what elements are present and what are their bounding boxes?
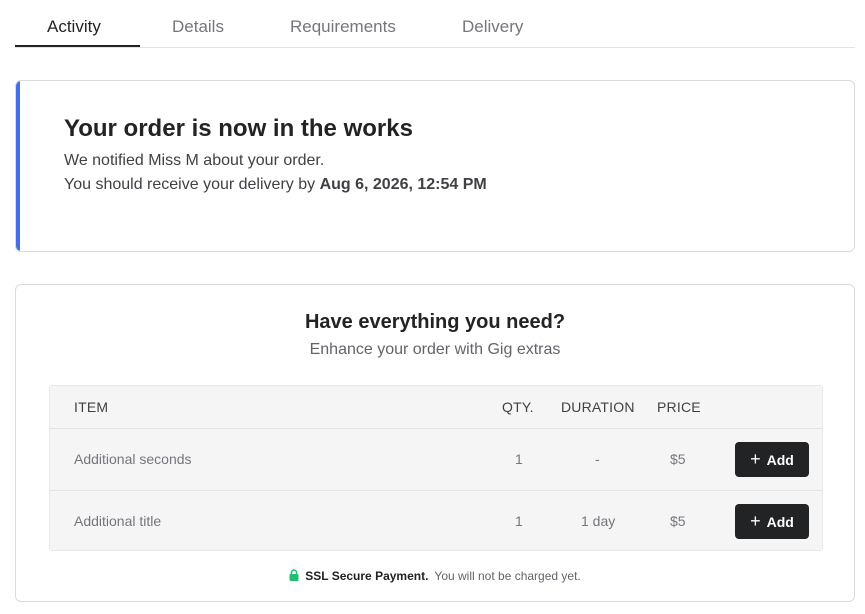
- column-header-price: PRICE: [657, 399, 701, 415]
- order-status-card: Your order is now in the works We notifi…: [15, 80, 855, 252]
- add-button-label: Add: [766, 513, 794, 530]
- tab-activity[interactable]: Activity: [47, 17, 101, 48]
- status-accent-bar: [16, 81, 20, 251]
- delivery-date: Aug 6, 2026, 12:54 PM: [319, 176, 487, 193]
- order-tabs: Activity Details Requirements Delivery: [15, 0, 855, 48]
- status-title: Your order is now in the works: [64, 115, 413, 142]
- extras-subtitle: Enhance your order with Gig extras: [309, 341, 561, 358]
- add-extra-button[interactable]: + Add: [735, 442, 809, 477]
- extra-item-qty: 1: [515, 451, 523, 467]
- add-extra-button[interactable]: + Add: [735, 504, 809, 539]
- gig-extras-card: Have everything you need? Enhance your o…: [15, 284, 855, 602]
- extras-title: Have everything you need?: [304, 311, 566, 333]
- ssl-notice: SSL Secure Payment. You will not be charg…: [16, 569, 854, 584]
- ssl-note: You will not be charged yet.: [434, 569, 581, 583]
- tab-delivery[interactable]: Delivery: [462, 17, 523, 48]
- ssl-label: SSL Secure Payment.: [305, 569, 429, 583]
- table-row: Additional title 1 1 day $5 + Add: [50, 490, 822, 552]
- column-header-duration: DURATION: [561, 399, 635, 415]
- extra-item-qty: 1: [515, 513, 523, 529]
- table-row: Additional seconds 1 - $5 + Add: [50, 428, 822, 490]
- status-delivery-text: You should receive your delivery by Aug …: [64, 176, 487, 194]
- extra-item-name: Additional seconds: [74, 451, 192, 467]
- lock-icon: [289, 569, 299, 584]
- status-notified-text: We notified Miss M about your order.: [64, 152, 325, 169]
- extra-item-price: $5: [670, 451, 686, 467]
- extra-item-name: Additional title: [74, 513, 162, 529]
- extra-item-duration: -: [595, 451, 600, 467]
- tab-requirements[interactable]: Requirements: [290, 17, 396, 48]
- column-header-qty: QTY.: [502, 399, 534, 415]
- tab-details[interactable]: Details: [172, 17, 224, 48]
- extra-item-duration: 1 day: [581, 513, 616, 529]
- delivery-prefix: You should receive your delivery by: [64, 176, 320, 193]
- plus-icon: +: [750, 448, 761, 469]
- extra-item-price: $5: [670, 513, 686, 529]
- plus-icon: +: [750, 510, 761, 531]
- extras-table: ITEM QTY. DURATION PRICE Additional seco…: [49, 385, 823, 551]
- column-header-item: ITEM: [74, 399, 109, 415]
- active-tab-indicator: [15, 45, 140, 47]
- add-button-label: Add: [766, 451, 794, 468]
